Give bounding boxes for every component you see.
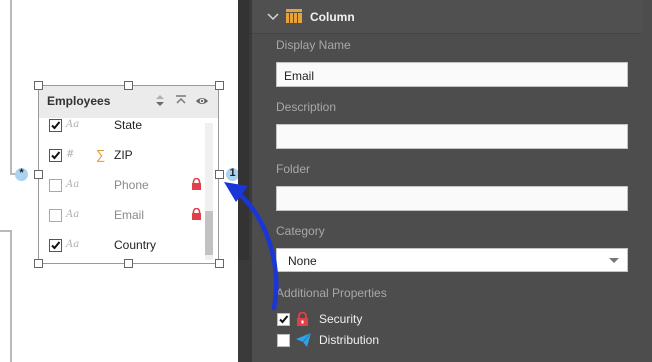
resize-handle-top[interactable] bbox=[124, 81, 133, 90]
folder-field[interactable] bbox=[276, 186, 628, 211]
security-label: Security bbox=[319, 312, 363, 326]
one-connector-label: 1 bbox=[229, 167, 236, 179]
folder-label: Folder bbox=[276, 162, 311, 176]
relationship-line bbox=[10, 230, 12, 362]
resize-handle-bottom-right[interactable] bbox=[215, 259, 224, 268]
panel-divider[interactable] bbox=[238, 0, 252, 362]
many-connector-label: * bbox=[19, 167, 24, 179]
text-type-icon: Aa bbox=[66, 239, 80, 250]
field-checkbox[interactable] bbox=[49, 149, 62, 162]
resize-handle-right[interactable] bbox=[215, 170, 224, 179]
display-name-field[interactable]: Email bbox=[276, 62, 628, 87]
resize-handle-top-left[interactable] bbox=[34, 81, 43, 90]
field-name: Email bbox=[114, 208, 145, 222]
column-section-header[interactable]: Column bbox=[252, 0, 642, 34]
section-title: Column bbox=[310, 10, 355, 24]
divider-scroll-thumb[interactable] bbox=[238, 0, 249, 260]
number-type-icon: # bbox=[66, 149, 75, 160]
text-type-icon: Aa bbox=[66, 209, 80, 220]
text-type-icon: Aa bbox=[66, 179, 80, 190]
eye-icon[interactable] bbox=[195, 94, 209, 108]
security-checkbox[interactable] bbox=[277, 313, 290, 326]
field-checkbox[interactable] bbox=[49, 209, 62, 222]
lock-icon bbox=[192, 208, 201, 220]
description-label: Description bbox=[276, 100, 337, 114]
field-list[interactable]: Aa State # ∑ ZIP Aa Phone Aa Email Aa Co… bbox=[39, 118, 207, 263]
lock-icon bbox=[192, 178, 201, 190]
text-type-icon: Aa bbox=[66, 119, 80, 130]
relationship-line[interactable] bbox=[10, 0, 12, 175]
table-title: Employees bbox=[47, 94, 111, 108]
resize-handle-bottom[interactable] bbox=[124, 259, 133, 268]
category-value: None bbox=[288, 254, 317, 268]
additional-properties-label: Additional Properties bbox=[276, 286, 387, 300]
field-row-country[interactable]: Aa Country bbox=[39, 231, 207, 261]
many-connector[interactable]: * bbox=[15, 167, 28, 181]
category-dropdown[interactable]: None bbox=[276, 248, 628, 272]
column-icon bbox=[286, 9, 302, 23]
field-checkbox[interactable] bbox=[49, 119, 62, 132]
field-name: ZIP bbox=[114, 148, 133, 162]
field-checkbox[interactable] bbox=[49, 239, 62, 252]
table-header: Employees bbox=[39, 86, 218, 118]
field-row-zip[interactable]: # ∑ ZIP bbox=[39, 141, 207, 171]
lock-icon bbox=[297, 312, 308, 326]
dropdown-arrow-icon[interactable] bbox=[609, 258, 619, 263]
model-canvas[interactable]: Employees Aa State # ∑ ZIP Aa Phone Aa E… bbox=[0, 0, 238, 362]
field-list-scrollbar[interactable] bbox=[205, 123, 213, 260]
field-row-state[interactable]: Aa State bbox=[39, 118, 207, 141]
resize-handle-bottom-left[interactable] bbox=[34, 259, 43, 268]
field-row-phone[interactable]: Aa Phone bbox=[39, 171, 207, 201]
collapse-icon[interactable] bbox=[174, 94, 188, 108]
resize-handle-left[interactable] bbox=[34, 170, 43, 179]
field-name: Country bbox=[114, 238, 157, 252]
resize-handle-top-right[interactable] bbox=[215, 81, 224, 90]
display-name-label: Display Name bbox=[276, 38, 351, 52]
scrollbar-thumb[interactable] bbox=[205, 211, 213, 255]
security-option[interactable]: Security bbox=[276, 311, 476, 329]
field-name: Phone bbox=[114, 178, 149, 192]
description-field[interactable] bbox=[276, 124, 628, 149]
properties-panel: Column Display Name Email Description Fo… bbox=[252, 0, 652, 362]
field-row-email[interactable]: Aa Email bbox=[39, 201, 207, 231]
category-label: Category bbox=[276, 224, 325, 238]
sum-icon: ∑ bbox=[96, 147, 106, 162]
employees-table-card[interactable]: Employees Aa State # ∑ ZIP Aa Phone Aa E… bbox=[38, 85, 219, 264]
one-connector[interactable]: 1 bbox=[226, 167, 238, 181]
distribution-label: Distribution bbox=[319, 333, 380, 347]
chevron-down-icon[interactable] bbox=[267, 12, 279, 21]
field-checkbox[interactable] bbox=[49, 179, 62, 192]
field-name: State bbox=[114, 118, 143, 132]
sort-icon[interactable] bbox=[153, 94, 167, 108]
distribution-checkbox[interactable] bbox=[277, 334, 290, 347]
send-icon bbox=[296, 333, 311, 347]
distribution-option[interactable]: Distribution bbox=[276, 332, 476, 350]
